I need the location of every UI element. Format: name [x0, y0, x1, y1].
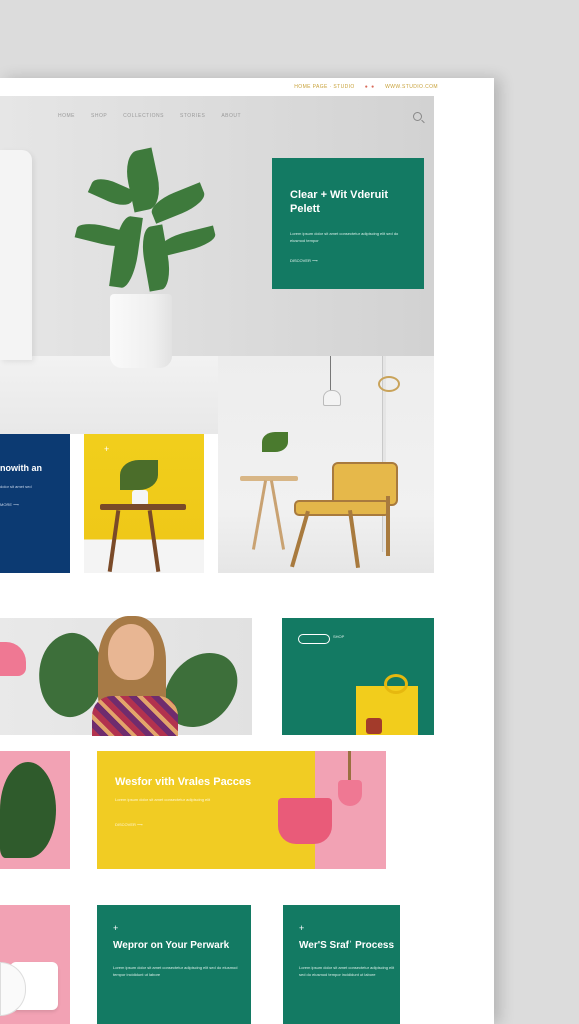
navy-card-link[interactable]: MORE ⟶ — [0, 502, 70, 507]
gift-ribbon — [384, 674, 408, 694]
process-card-b-copy: Lorem ipsum dolor sit amet consectetur a… — [299, 965, 395, 977]
hero-ledge — [0, 356, 218, 434]
feature-link[interactable]: DISCOVER ⟶ — [115, 822, 386, 827]
top-strip-right-text[interactable]: WWW.STUDIO.COM — [385, 84, 438, 90]
pendant-lamp — [323, 390, 341, 406]
main-nav: HOME SHOP COLLECTIONS STORIES ABOUT — [0, 96, 434, 136]
nav-item-shop[interactable]: SHOP — [91, 113, 107, 119]
shop-label[interactable]: SHOP — [333, 634, 344, 639]
floor-lamp-head — [378, 376, 400, 392]
wooden-table — [100, 504, 186, 510]
chair-leg — [386, 496, 390, 556]
plus-icon[interactable]: + — [104, 444, 109, 454]
hero-side-panel — [0, 150, 32, 360]
hero-card: Clear + Wit Vderuit Pelett Lorem ipsum d… — [272, 158, 424, 289]
navy-card-title: nowith an — [0, 463, 42, 473]
nav-item-about[interactable]: ABOUT — [221, 113, 241, 119]
hero-discover-link[interactable]: DISCOVER ⟶ — [290, 258, 406, 263]
nav-item-home[interactable]: HOME — [58, 113, 75, 119]
process-card-a-copy: Lorem ipsum dolor sit amet consectetur a… — [113, 965, 238, 977]
navy-card-subtitle: dolor sit amet sed — [0, 484, 32, 489]
process-card-a-title: Wepror on Your Perwark — [113, 940, 230, 951]
search-icon[interactable] — [413, 112, 422, 121]
plus-icon[interactable]: + — [299, 923, 400, 933]
person-face — [108, 624, 154, 680]
nav-item-stories[interactable]: STORIES — [180, 113, 205, 119]
top-strip: HOME PAGE · STUDIO ● ● WWW.STUDIO.COM — [0, 78, 494, 96]
interior-scene — [218, 356, 434, 573]
pill-button[interactable] — [298, 634, 330, 644]
pendant-cord — [348, 751, 351, 781]
small-plant-leaf — [262, 432, 288, 452]
pendant-cord — [330, 356, 331, 392]
navy-card[interactable]: nowith an dolor sit amet sed MORE ⟶ — [0, 434, 70, 573]
pink-pendant-lamp — [338, 780, 362, 806]
hero-title: Clear + Wit Vderuit Pelett — [290, 189, 389, 215]
top-strip-left-text[interactable]: HOME PAGE · STUDIO — [294, 84, 354, 90]
palm-leaf — [0, 762, 56, 858]
pink-pot — [278, 798, 332, 844]
plant-pot — [110, 294, 172, 368]
person-dress — [92, 696, 178, 736]
process-card-b[interactable]: + Wer'S Srafˈ Process Lorem ipsum dolor … — [283, 905, 400, 1024]
small-plant-leaf — [120, 460, 158, 490]
hero-copy: Lorem ipsum dolor sit amet consectetur a… — [290, 231, 399, 243]
process-card-b-title: Wer'S Srafˈ Process — [299, 940, 395, 951]
feature-card[interactable]: Wesfor vith Vrales Pacces Lorem ipsum do… — [97, 751, 386, 869]
plus-icon[interactable]: + — [113, 923, 251, 933]
process-card-a[interactable]: + Wepror on Your Perwark Lorem ipsum dol… — [97, 905, 251, 1024]
red-candle — [366, 718, 382, 734]
top-strip-dots: ● ● — [364, 84, 376, 90]
nav-item-collections[interactable]: COLLECTIONS — [123, 113, 164, 119]
